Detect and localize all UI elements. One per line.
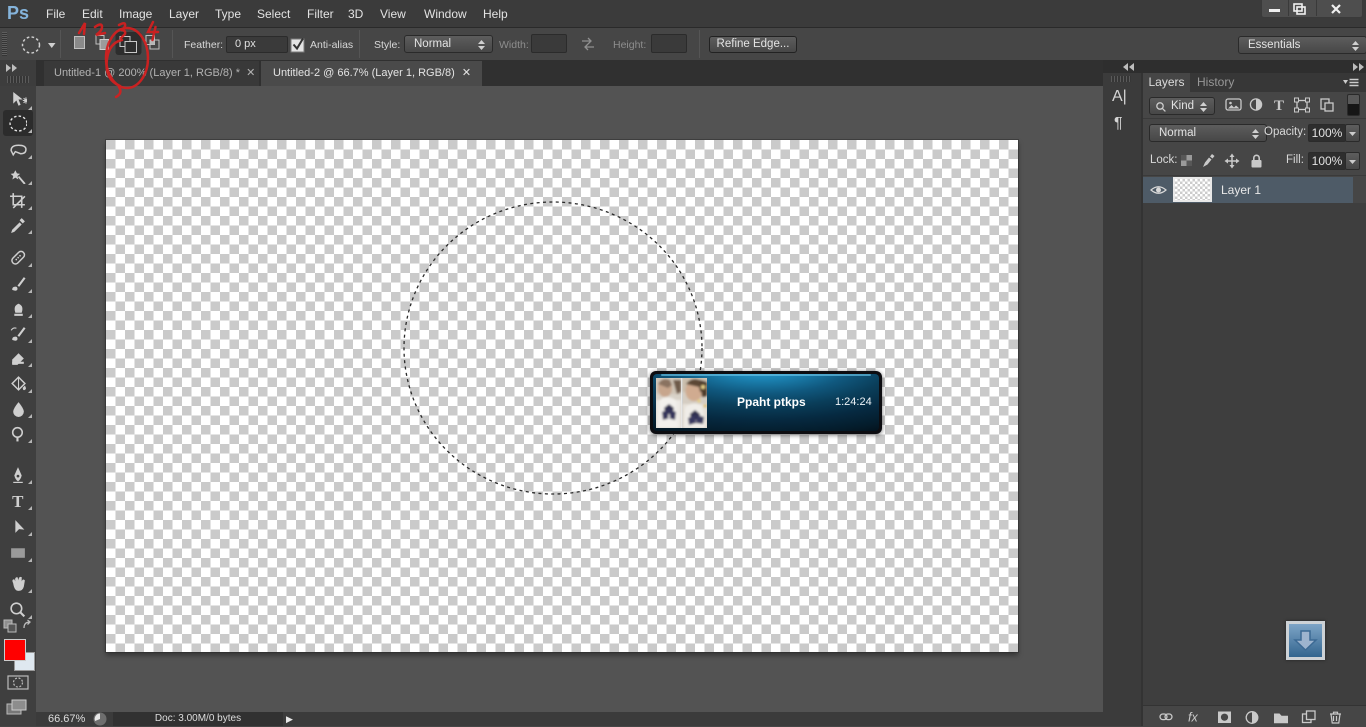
svg-text:T: T	[1274, 98, 1284, 114]
svg-text:fx: fx	[1188, 711, 1198, 725]
svg-text:T: T	[12, 492, 24, 509]
